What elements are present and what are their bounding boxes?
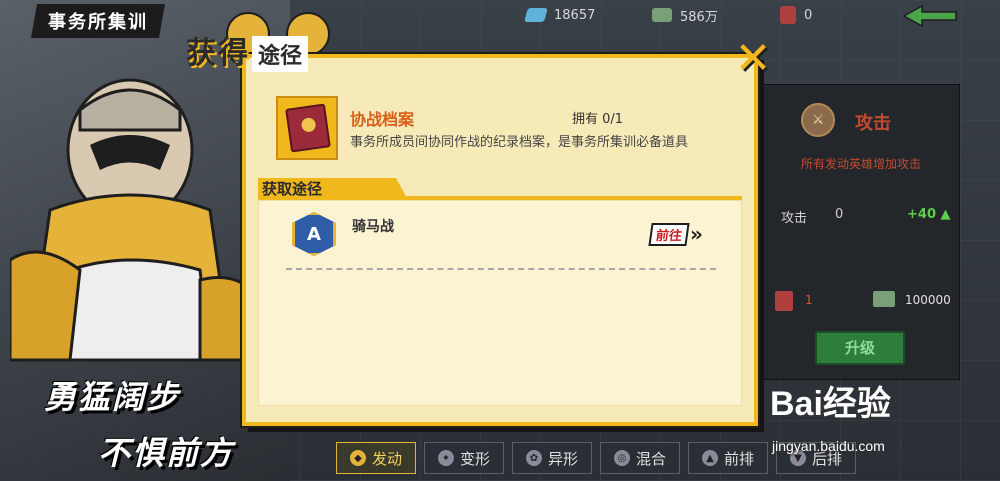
- close-icon[interactable]: ✕: [732, 37, 774, 81]
- book-icon: [780, 6, 796, 24]
- tab-transform[interactable]: ✦ 变形: [424, 442, 504, 474]
- activate-icon: ◆: [349, 450, 366, 466]
- hybrid-icon: ◎: [613, 450, 630, 466]
- cash-icon: [652, 8, 672, 22]
- attack-icon: ⚔: [801, 103, 835, 137]
- cash-cost: 100000: [905, 293, 951, 307]
- item-owned-count: 拥有 0/1: [572, 112, 624, 127]
- book-cost: 1: [805, 293, 813, 307]
- watermark: Bai经验: [770, 385, 891, 423]
- hero-character-illustration: [10, 78, 260, 362]
- mutant-icon: ✿: [525, 450, 542, 466]
- attack-description: 所有发动英雄增加攻击: [800, 157, 921, 171]
- source-name: 骑马战: [352, 219, 394, 235]
- stat-label: 攻击: [781, 211, 808, 226]
- upgrade-button[interactable]: 升级: [815, 331, 905, 365]
- tab-hybrid[interactable]: ◎ 混合: [600, 442, 680, 474]
- slogan-line-2: 不惧前方: [98, 434, 235, 472]
- watermark-url: jingyan.baidu.com: [772, 438, 885, 454]
- archive-book-icon: [285, 103, 331, 153]
- transform-icon: ✦: [437, 450, 454, 466]
- cash-counter: 586万: [652, 6, 718, 25]
- up-arrow-icon: ▲: [940, 207, 951, 222]
- tab-front[interactable]: ▲ 前排: [688, 442, 768, 474]
- go-label: 前往: [648, 222, 690, 246]
- book-cost-icon: [775, 291, 793, 311]
- tab-mutant[interactable]: ✿ 异形: [512, 442, 592, 474]
- panel-title: 事务所集训: [31, 4, 165, 38]
- modal-title: 获得 途径: [186, 28, 309, 72]
- tab-activate[interactable]: ◆ 发动: [336, 442, 416, 474]
- go-button[interactable]: 前往 »: [648, 222, 703, 246]
- item-slot: [276, 96, 338, 160]
- source-divider: [286, 268, 716, 270]
- back-arrow-icon[interactable]: [902, 4, 958, 28]
- attack-title: 攻击: [855, 113, 891, 134]
- attack-panel: ⚔ 攻击 所有发动英雄增加攻击 攻击 0 +40 ▲ 1 100000 升级: [762, 84, 960, 380]
- item-description: 事务所成员间协同作战的纪录档案，是事务所集训必备道具: [350, 135, 689, 150]
- gem-counter: 18657: [524, 6, 595, 24]
- slogan-line-1: 勇猛阔步: [44, 378, 181, 416]
- front-icon: ▲: [701, 450, 718, 466]
- go-arrow-icon: »: [690, 222, 703, 246]
- item-name: 协战档案: [350, 110, 415, 129]
- cash-cost-icon: [873, 291, 895, 307]
- stat-increase: +40 ▲: [907, 207, 951, 222]
- stat-value: 0: [835, 207, 844, 222]
- gem-icon: [524, 8, 548, 22]
- book-counter: 0: [780, 6, 812, 24]
